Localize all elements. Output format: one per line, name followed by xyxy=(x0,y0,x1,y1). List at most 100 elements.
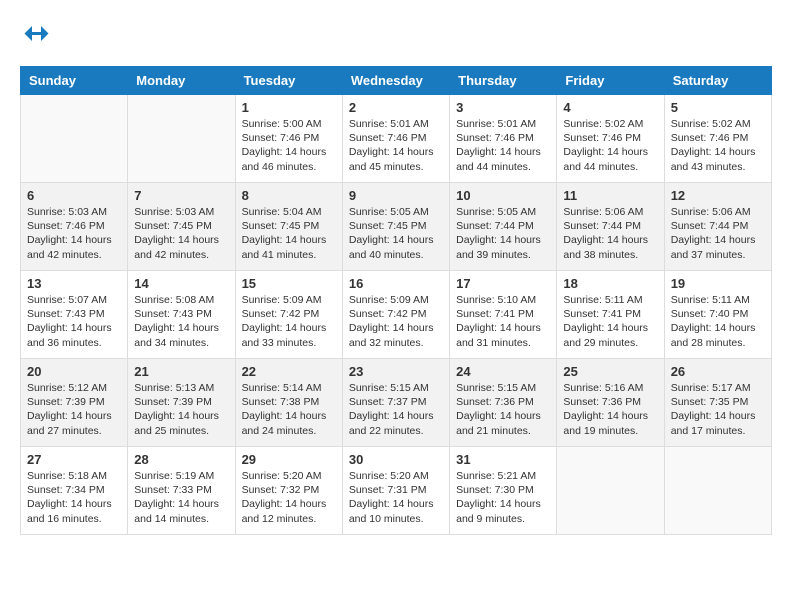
calendar-cell: 4 Sunrise: 5:02 AM Sunset: 7:46 PM Daylig… xyxy=(557,95,664,183)
calendar-cell: 1 Sunrise: 5:00 AM Sunset: 7:46 PM Daylig… xyxy=(235,95,342,183)
day-number: 3 xyxy=(456,100,550,115)
cell-content: Sunrise: 5:09 AM Sunset: 7:42 PM Dayligh… xyxy=(349,293,443,350)
day-number: 31 xyxy=(456,452,550,467)
day-number: 29 xyxy=(242,452,336,467)
cell-content: Sunrise: 5:18 AM Sunset: 7:34 PM Dayligh… xyxy=(27,469,121,526)
cell-content: Sunrise: 5:04 AM Sunset: 7:45 PM Dayligh… xyxy=(242,205,336,262)
cell-content: Sunrise: 5:02 AM Sunset: 7:46 PM Dayligh… xyxy=(563,117,657,174)
calendar-cell: 15Sunrise: 5:09 AM Sunset: 7:42 PM Dayli… xyxy=(235,271,342,359)
cell-content: Sunrise: 5:13 AM Sunset: 7:39 PM Dayligh… xyxy=(134,381,228,438)
calendar-cell: 6 Sunrise: 5:03 AM Sunset: 7:46 PM Daylig… xyxy=(21,183,128,271)
cell-content: Sunrise: 5:15 AM Sunset: 7:36 PM Dayligh… xyxy=(456,381,550,438)
calendar-cell: 5Sunrise: 5:02 AM Sunset: 7:46 PM Daylig… xyxy=(664,95,771,183)
cell-content: Sunrise: 5:19 AM Sunset: 7:33 PM Dayligh… xyxy=(134,469,228,526)
cell-content: Sunrise: 5:16 AM Sunset: 7:36 PM Dayligh… xyxy=(563,381,657,438)
cell-content: Sunrise: 5:05 AM Sunset: 7:45 PM Dayligh… xyxy=(349,205,443,262)
cell-content: Sunrise: 5:20 AM Sunset: 7:31 PM Dayligh… xyxy=(349,469,443,526)
calendar-cell: 18 Sunrise: 5:11 AM Sunset: 7:41 PM Dayli… xyxy=(557,271,664,359)
day-number: 6 xyxy=(27,188,121,203)
week-row-2: 6 Sunrise: 5:03 AM Sunset: 7:46 PM Daylig… xyxy=(21,183,772,271)
cell-content: Sunrise: 5:01 AM Sunset: 7:46 PM Dayligh… xyxy=(456,117,550,174)
cell-content: Sunrise: 5:01 AM Sunset: 7:46 PM Dayligh… xyxy=(349,117,443,174)
cell-content: Sunrise: 5:05 AM Sunset: 7:44 PM Dayligh… xyxy=(456,205,550,262)
calendar-cell: 2 Sunrise: 5:01 AM Sunset: 7:46 PM Daylig… xyxy=(342,95,449,183)
day-number: 26 xyxy=(671,364,765,379)
day-number: 18 xyxy=(563,276,657,291)
calendar-cell: 3 Sunrise: 5:01 AM Sunset: 7:46 PM Daylig… xyxy=(450,95,557,183)
calendar-cell xyxy=(21,95,128,183)
calendar-cell xyxy=(557,447,664,535)
calendar-cell: 24 Sunrise: 5:15 AM Sunset: 7:36 PM Dayli… xyxy=(450,359,557,447)
cell-content: Sunrise: 5:07 AM Sunset: 7:43 PM Dayligh… xyxy=(27,293,121,350)
cell-content: Sunrise: 5:00 AM Sunset: 7:46 PM Dayligh… xyxy=(242,117,336,174)
day-number: 17 xyxy=(456,276,550,291)
day-number: 21 xyxy=(134,364,228,379)
logo xyxy=(20,20,54,50)
day-number: 2 xyxy=(349,100,443,115)
calendar-cell: 13Sunrise: 5:07 AM Sunset: 7:43 PM Dayli… xyxy=(21,271,128,359)
page-header xyxy=(20,20,772,50)
cell-content: Sunrise: 5:14 AM Sunset: 7:38 PM Dayligh… xyxy=(242,381,336,438)
calendar-cell xyxy=(128,95,235,183)
cell-content: Sunrise: 5:02 AM Sunset: 7:46 PM Dayligh… xyxy=(671,117,765,174)
cell-content: Sunrise: 5:11 AM Sunset: 7:41 PM Dayligh… xyxy=(563,293,657,350)
calendar-cell: 29 Sunrise: 5:20 AM Sunset: 7:32 PM Dayli… xyxy=(235,447,342,535)
days-of-week-row: SundayMondayTuesdayWednesdayThursdayFrid… xyxy=(21,67,772,95)
day-number: 9 xyxy=(349,188,443,203)
week-row-3: 13Sunrise: 5:07 AM Sunset: 7:43 PM Dayli… xyxy=(21,271,772,359)
calendar-cell: 20 Sunrise: 5:12 AM Sunset: 7:39 PM Dayli… xyxy=(21,359,128,447)
day-header-sunday: Sunday xyxy=(21,67,128,95)
day-header-saturday: Saturday xyxy=(664,67,771,95)
day-number: 25 xyxy=(563,364,657,379)
day-number: 14 xyxy=(134,276,228,291)
calendar-cell: 23Sunrise: 5:15 AM Sunset: 7:37 PM Dayli… xyxy=(342,359,449,447)
cell-content: Sunrise: 5:11 AM Sunset: 7:40 PM Dayligh… xyxy=(671,293,765,350)
calendar-cell: 17 Sunrise: 5:10 AM Sunset: 7:41 PM Dayli… xyxy=(450,271,557,359)
calendar-cell: 11Sunrise: 5:06 AM Sunset: 7:44 PM Dayli… xyxy=(557,183,664,271)
calendar-cell: 10 Sunrise: 5:05 AM Sunset: 7:44 PM Dayli… xyxy=(450,183,557,271)
calendar-cell: 28Sunrise: 5:19 AM Sunset: 7:33 PM Dayli… xyxy=(128,447,235,535)
day-number: 20 xyxy=(27,364,121,379)
day-number: 1 xyxy=(242,100,336,115)
calendar-cell: 12 Sunrise: 5:06 AM Sunset: 7:44 PM Dayli… xyxy=(664,183,771,271)
day-number: 4 xyxy=(563,100,657,115)
calendar-cell: 16 Sunrise: 5:09 AM Sunset: 7:42 PM Dayli… xyxy=(342,271,449,359)
day-number: 16 xyxy=(349,276,443,291)
calendar-cell: 7Sunrise: 5:03 AM Sunset: 7:45 PM Daylig… xyxy=(128,183,235,271)
calendar-header: SundayMondayTuesdayWednesdayThursdayFrid… xyxy=(21,67,772,95)
cell-content: Sunrise: 5:20 AM Sunset: 7:32 PM Dayligh… xyxy=(242,469,336,526)
day-number: 24 xyxy=(456,364,550,379)
day-number: 10 xyxy=(456,188,550,203)
logo-icon xyxy=(20,20,50,50)
day-number: 11 xyxy=(563,188,657,203)
day-header-wednesday: Wednesday xyxy=(342,67,449,95)
calendar-cell: 22 Sunrise: 5:14 AM Sunset: 7:38 PM Dayli… xyxy=(235,359,342,447)
cell-content: Sunrise: 5:08 AM Sunset: 7:43 PM Dayligh… xyxy=(134,293,228,350)
calendar-cell: 8 Sunrise: 5:04 AM Sunset: 7:45 PM Daylig… xyxy=(235,183,342,271)
day-number: 12 xyxy=(671,188,765,203)
calendar-cell: 27 Sunrise: 5:18 AM Sunset: 7:34 PM Dayli… xyxy=(21,447,128,535)
calendar-cell xyxy=(664,447,771,535)
day-number: 22 xyxy=(242,364,336,379)
calendar-cell: 26Sunrise: 5:17 AM Sunset: 7:35 PM Dayli… xyxy=(664,359,771,447)
calendar-cell: 14 Sunrise: 5:08 AM Sunset: 7:43 PM Dayli… xyxy=(128,271,235,359)
cell-content: Sunrise: 5:15 AM Sunset: 7:37 PM Dayligh… xyxy=(349,381,443,438)
calendar-body: 1 Sunrise: 5:00 AM Sunset: 7:46 PM Daylig… xyxy=(21,95,772,535)
cell-content: Sunrise: 5:06 AM Sunset: 7:44 PM Dayligh… xyxy=(671,205,765,262)
cell-content: Sunrise: 5:10 AM Sunset: 7:41 PM Dayligh… xyxy=(456,293,550,350)
day-number: 8 xyxy=(242,188,336,203)
cell-content: Sunrise: 5:09 AM Sunset: 7:42 PM Dayligh… xyxy=(242,293,336,350)
calendar-cell: 30 Sunrise: 5:20 AM Sunset: 7:31 PM Dayli… xyxy=(342,447,449,535)
calendar-cell: 19 Sunrise: 5:11 AM Sunset: 7:40 PM Dayli… xyxy=(664,271,771,359)
day-header-thursday: Thursday xyxy=(450,67,557,95)
day-number: 19 xyxy=(671,276,765,291)
day-header-tuesday: Tuesday xyxy=(235,67,342,95)
cell-content: Sunrise: 5:03 AM Sunset: 7:46 PM Dayligh… xyxy=(27,205,121,262)
calendar-table: SundayMondayTuesdayWednesdayThursdayFrid… xyxy=(20,66,772,535)
day-number: 27 xyxy=(27,452,121,467)
cell-content: Sunrise: 5:12 AM Sunset: 7:39 PM Dayligh… xyxy=(27,381,121,438)
day-number: 30 xyxy=(349,452,443,467)
week-row-1: 1 Sunrise: 5:00 AM Sunset: 7:46 PM Daylig… xyxy=(21,95,772,183)
week-row-4: 20 Sunrise: 5:12 AM Sunset: 7:39 PM Dayli… xyxy=(21,359,772,447)
calendar-cell: 9 Sunrise: 5:05 AM Sunset: 7:45 PM Daylig… xyxy=(342,183,449,271)
